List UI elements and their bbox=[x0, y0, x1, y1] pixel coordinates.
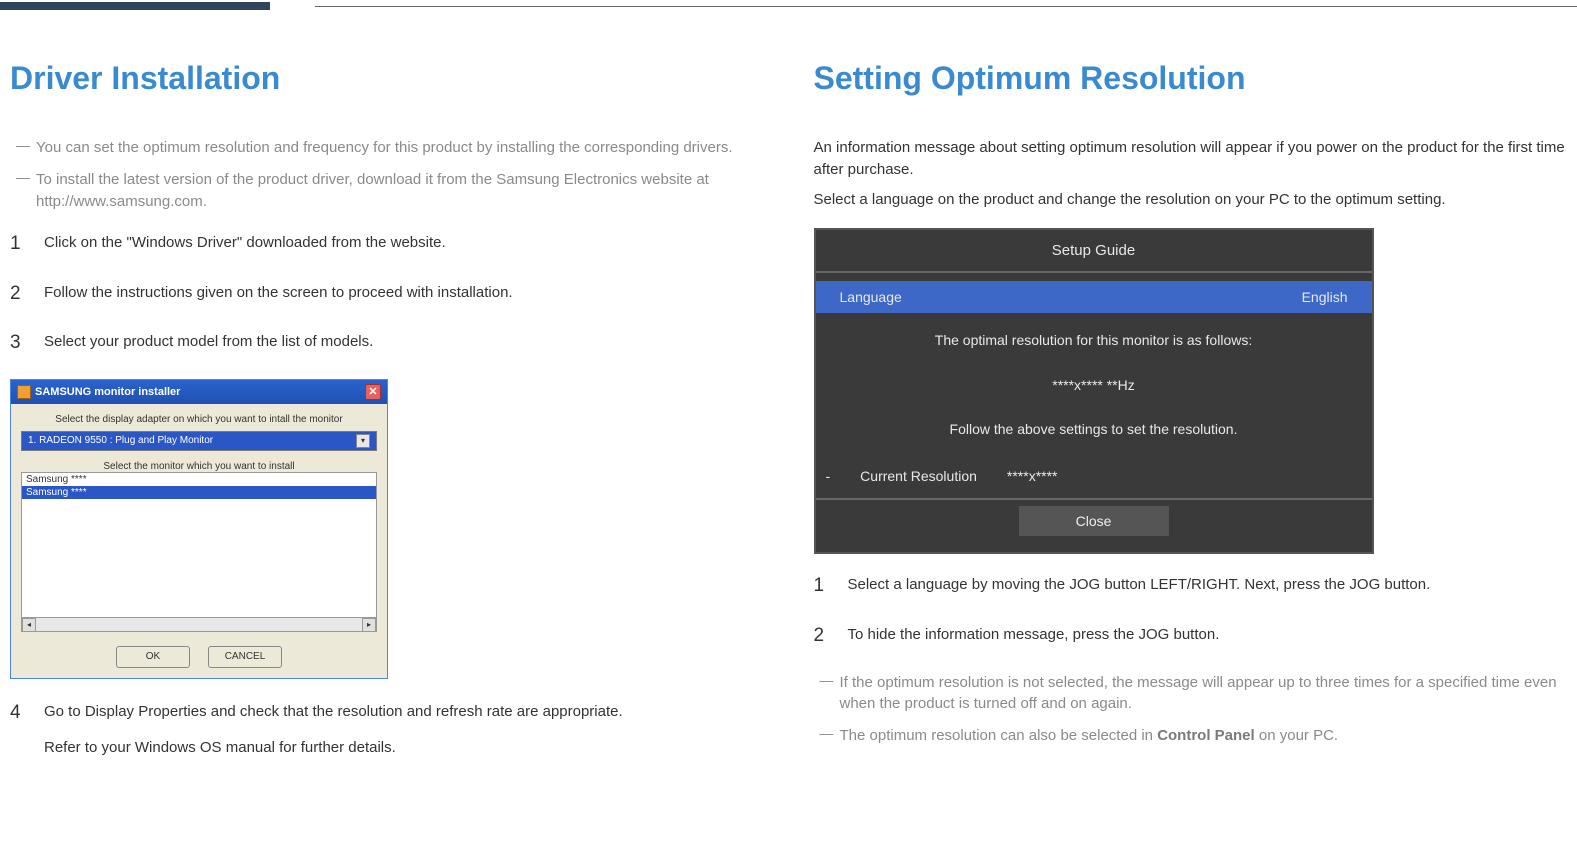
note-text-part: The optimum resolution can also be selec… bbox=[840, 727, 1158, 744]
list-item[interactable]: Samsung **** bbox=[22, 486, 376, 499]
page-top-rule bbox=[0, 0, 1577, 10]
note-text-part: on your PC. bbox=[1255, 727, 1338, 744]
heading-optimum-resolution: Setting Optimum Resolution bbox=[814, 60, 1568, 97]
step-text: Select a language by moving the JOG butt… bbox=[848, 572, 1568, 600]
adapter-value: 1. RADEON 9550 : Plug and Play Monitor bbox=[28, 435, 213, 446]
scroll-left-icon[interactable]: ◂ bbox=[22, 618, 36, 632]
osd-current-label: Current Resolution bbox=[860, 468, 977, 484]
note-item: To install the latest version of the pro… bbox=[10, 169, 764, 213]
adapter-label: Select the display adapter on which you … bbox=[21, 414, 377, 425]
installer-window: SAMSUNG monitor installer ✕ Select the d… bbox=[10, 379, 388, 679]
step-number: 2 bbox=[814, 622, 830, 650]
step-number: 2 bbox=[10, 280, 26, 308]
osd-close-button[interactable]: Close bbox=[1019, 506, 1169, 536]
note-item: The optimum resolution can also be selec… bbox=[814, 725, 1568, 747]
divider bbox=[816, 271, 1372, 273]
intro-paragraph: An information message about setting opt… bbox=[814, 137, 1568, 181]
window-title: SAMSUNG monitor installer bbox=[35, 386, 180, 398]
step-text: To hide the information message, press t… bbox=[848, 622, 1568, 650]
scroll-right-icon[interactable]: ▸ bbox=[362, 618, 376, 632]
osd-language-value: English bbox=[1302, 289, 1348, 305]
step-3: 3 Select your product model from the lis… bbox=[10, 329, 764, 357]
dash-icon: - bbox=[826, 468, 831, 484]
osd-line: The optimal resolution for this monitor … bbox=[856, 329, 1332, 351]
note-item: You can set the optimum resolution and f… bbox=[10, 137, 764, 159]
top-bar-line bbox=[315, 6, 1577, 7]
step-number: 1 bbox=[10, 230, 26, 258]
step-number: 3 bbox=[10, 329, 26, 357]
step-subtext: Refer to your Windows OS manual for furt… bbox=[44, 737, 764, 759]
step-text: Go to Display Properties and check that … bbox=[44, 701, 764, 723]
chevron-down-icon: ▾ bbox=[356, 434, 370, 448]
osd-language-row[interactable]: Language English bbox=[816, 281, 1372, 313]
step-text: Click on the "Windows Driver" downloaded… bbox=[44, 230, 764, 258]
osd-resolution: ****x**** **Hz bbox=[856, 374, 1332, 396]
step-text: Select your product model from the list … bbox=[44, 329, 764, 357]
right-column: Setting Optimum Resolution An informatio… bbox=[814, 60, 1568, 780]
step-number: 1 bbox=[814, 572, 830, 600]
adapter-dropdown[interactable]: 1. RADEON 9550 : Plug and Play Monitor ▾ bbox=[21, 431, 377, 451]
monitor-label: Select the monitor which you want to ins… bbox=[21, 461, 377, 472]
step-text: Follow the instructions given on the scr… bbox=[44, 280, 764, 308]
horizontal-scrollbar[interactable]: ◂ ▸ bbox=[22, 617, 376, 631]
osd-title: Setup Guide bbox=[816, 230, 1372, 271]
cancel-button[interactable]: CANCEL bbox=[208, 646, 282, 668]
heading-driver-installation: Driver Installation bbox=[10, 60, 764, 97]
close-icon[interactable]: ✕ bbox=[365, 384, 381, 400]
osd-language-label: Language bbox=[840, 289, 902, 305]
step-2: 2 Follow the instructions given on the s… bbox=[10, 280, 764, 308]
step-2: 2 To hide the information message, press… bbox=[814, 622, 1568, 650]
ok-button[interactable]: OK bbox=[116, 646, 190, 668]
intro-paragraph: Select a language on the product and cha… bbox=[814, 189, 1568, 211]
left-column: Driver Installation You can set the opti… bbox=[10, 60, 764, 780]
control-panel-label: Control Panel bbox=[1157, 727, 1255, 744]
list-item[interactable]: Samsung **** bbox=[22, 473, 376, 486]
step-1: 1 Click on the "Windows Driver" download… bbox=[10, 230, 764, 258]
osd-current-value: ****x**** bbox=[1007, 468, 1058, 484]
app-icon bbox=[17, 385, 31, 399]
osd-setup-guide: Setup Guide Language English The optimal… bbox=[814, 228, 1374, 554]
step-1: 1 Select a language by moving the JOG bu… bbox=[814, 572, 1568, 600]
osd-line: Follow the above settings to set the res… bbox=[856, 418, 1332, 440]
step-number: 4 bbox=[10, 699, 26, 759]
note-item: If the optimum resolution is not selecte… bbox=[814, 672, 1568, 716]
monitor-list[interactable]: Samsung **** Samsung **** ◂ ▸ bbox=[21, 472, 377, 632]
installer-titlebar: SAMSUNG monitor installer ✕ bbox=[11, 380, 387, 404]
top-bar-accent bbox=[0, 2, 270, 10]
step-4: 4 Go to Display Properties and check tha… bbox=[10, 699, 764, 759]
